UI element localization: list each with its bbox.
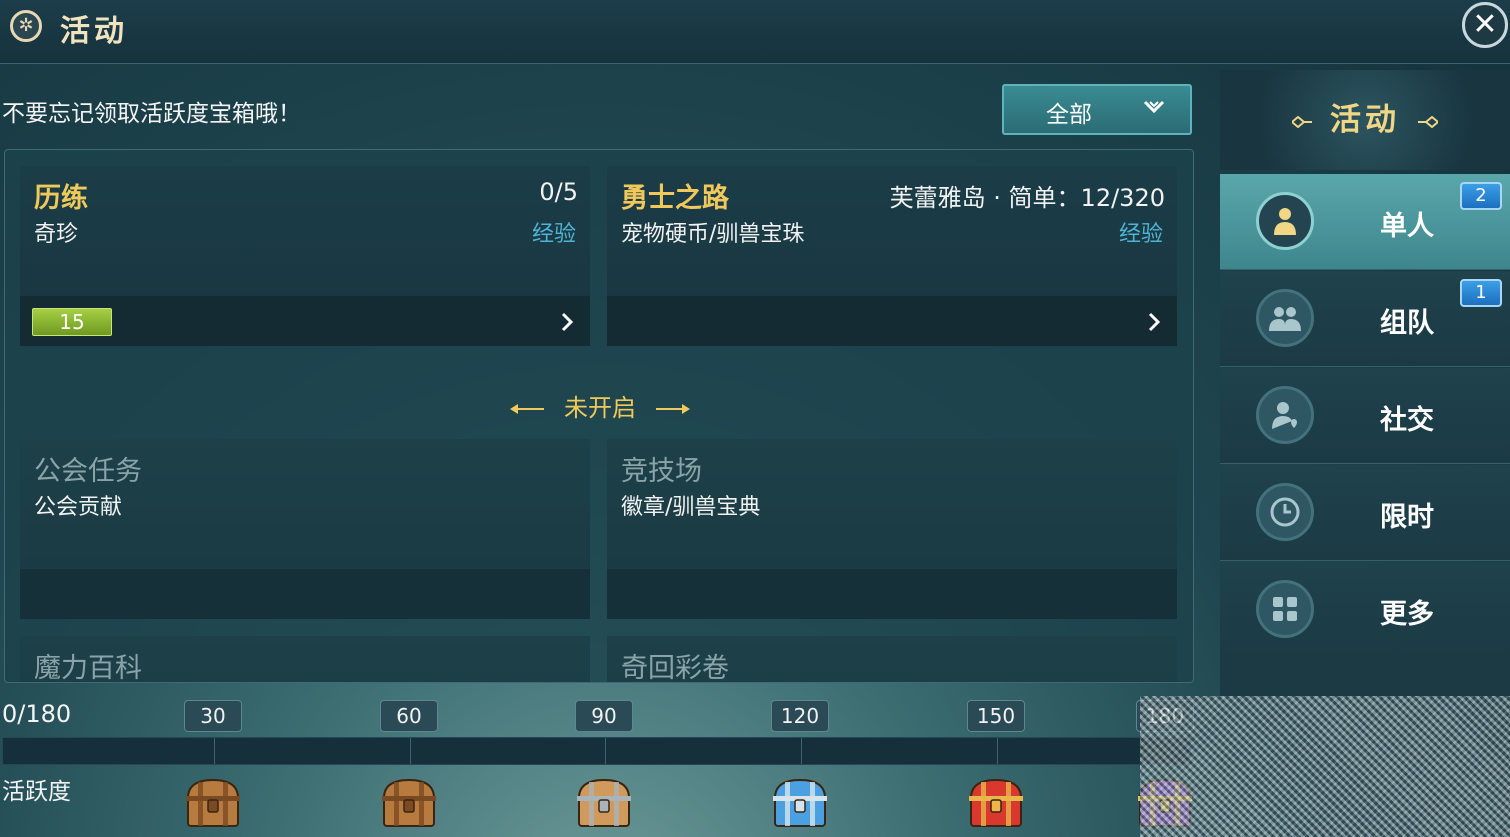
activity-name: 公会任务	[34, 456, 142, 487]
filter-dropdown[interactable]: 全部	[1002, 84, 1192, 135]
header-bar: ✲ 活动 ✕	[0, 0, 1510, 64]
activity-reward: 宠物硬币/驯兽宝珠	[621, 222, 805, 247]
milestone-label: 120	[771, 700, 829, 732]
nav-item-solo[interactable]: 单人 2	[1220, 174, 1510, 270]
chevron-right-icon[interactable]	[560, 310, 574, 334]
activity-card-magic-encyclopedia[interactable]: 魔力百科	[20, 636, 590, 683]
activity-reward: 公会贡献	[34, 495, 123, 520]
obscured-area	[1140, 696, 1510, 837]
milestone-label: 90	[575, 700, 633, 732]
nav-item-label: 更多	[1380, 599, 1434, 630]
level-badge: 15	[32, 308, 112, 336]
milestone-label: 60	[380, 700, 438, 732]
close-button[interactable]: ✕	[1462, 2, 1508, 48]
blue-chest-icon[interactable]	[769, 776, 831, 830]
nav-item-more[interactable]: 更多	[1220, 562, 1510, 658]
reminder-text: 不要忘记领取活跃度宝箱哦！	[2, 101, 301, 127]
count-badge: 2	[1460, 182, 1502, 210]
activity-card-arena[interactable]: 竞技场 徽章/驯兽宝典	[607, 439, 1177, 619]
milestone-label: 30	[184, 700, 242, 732]
nav-item-social[interactable]: 社交	[1220, 368, 1510, 464]
activity-count: 芙蕾雅岛 · 简单：12/320	[889, 184, 1165, 212]
activity-count: 0/5	[539, 178, 578, 206]
card-footer	[607, 569, 1177, 619]
chevron-down-icon	[1143, 100, 1165, 114]
red-chest-icon[interactable]	[965, 776, 1027, 830]
activity-name: 奇回彩卷	[621, 653, 729, 683]
team-icon	[1256, 289, 1314, 347]
page-title: 活动	[60, 14, 128, 49]
nav-title: 活动	[1330, 102, 1400, 138]
chevron-right-icon[interactable]	[1147, 310, 1161, 334]
left-diamond-icon	[1292, 115, 1312, 128]
nav-item-label: 单人	[1380, 211, 1434, 242]
nav-item-label: 组队	[1380, 308, 1434, 339]
exp-tag: 经验	[1118, 222, 1163, 247]
card-footer	[607, 296, 1177, 346]
person-icon	[1256, 192, 1314, 250]
activity-name: 竞技场	[621, 456, 702, 487]
activity-reward: 奇珍	[34, 222, 79, 247]
wood-chest-icon[interactable]	[378, 776, 440, 830]
activity-list-panel: 历练 奇珍 0/5 经验 15 勇士之路 宠物硬币/驯兽宝珠 芙蕾雅岛 · 简单…	[4, 149, 1194, 683]
activity-progress-bar	[2, 737, 1192, 765]
card-footer	[20, 569, 590, 619]
activity-label: 活跃度	[2, 779, 71, 805]
activity-card-training[interactable]: 历练 奇珍 0/5 经验 15	[20, 166, 590, 346]
milestone-label: 150	[967, 700, 1025, 732]
activity-reward: 徽章/驯兽宝典	[621, 495, 761, 520]
progress-tick	[605, 738, 606, 764]
wood-chest-icon[interactable]	[182, 776, 244, 830]
activity-name: 历练	[34, 183, 88, 214]
nav-item-label: 限时	[1380, 502, 1434, 533]
activity-card-warrior-road[interactable]: 勇士之路 宠物硬币/驯兽宝珠 芙蕾雅岛 · 简单：12/320 经验	[607, 166, 1177, 346]
locked-section-title: 未开启	[564, 394, 636, 422]
progress-tick	[997, 738, 998, 764]
left-ornament-icon	[510, 404, 544, 414]
activity-total: 0/180	[2, 700, 72, 728]
clock-icon	[1256, 483, 1314, 541]
count-badge: 1	[1460, 279, 1502, 307]
nav-filler	[1220, 656, 1510, 696]
activity-emblem-icon: ✲	[10, 10, 42, 42]
activity-name: 魔力百科	[34, 653, 142, 683]
close-icon: ✕	[1472, 7, 1498, 42]
nav-item-limited[interactable]: 限时	[1220, 465, 1510, 561]
progress-tick	[214, 738, 215, 764]
social-icon	[1256, 386, 1314, 444]
progress-tick	[801, 738, 802, 764]
nav-item-team[interactable]: 组队 1	[1220, 271, 1510, 367]
nav-item-label: 社交	[1380, 405, 1434, 436]
grid-icon	[1256, 580, 1314, 638]
filter-label: 全部	[1046, 102, 1092, 128]
right-ornament-icon	[656, 404, 690, 414]
progress-tick	[410, 738, 411, 764]
right-diamond-icon	[1418, 115, 1438, 128]
activity-name: 勇士之路	[621, 183, 729, 214]
activity-card-guild-task[interactable]: 公会任务 公会贡献	[20, 439, 590, 619]
bronze-chest-icon[interactable]	[573, 776, 635, 830]
nav-header: 活动	[1220, 70, 1510, 170]
activity-card-lottery[interactable]: 奇回彩卷	[607, 636, 1177, 683]
exp-tag: 经验	[531, 222, 576, 247]
locked-section-header: 未开启	[5, 388, 1193, 428]
